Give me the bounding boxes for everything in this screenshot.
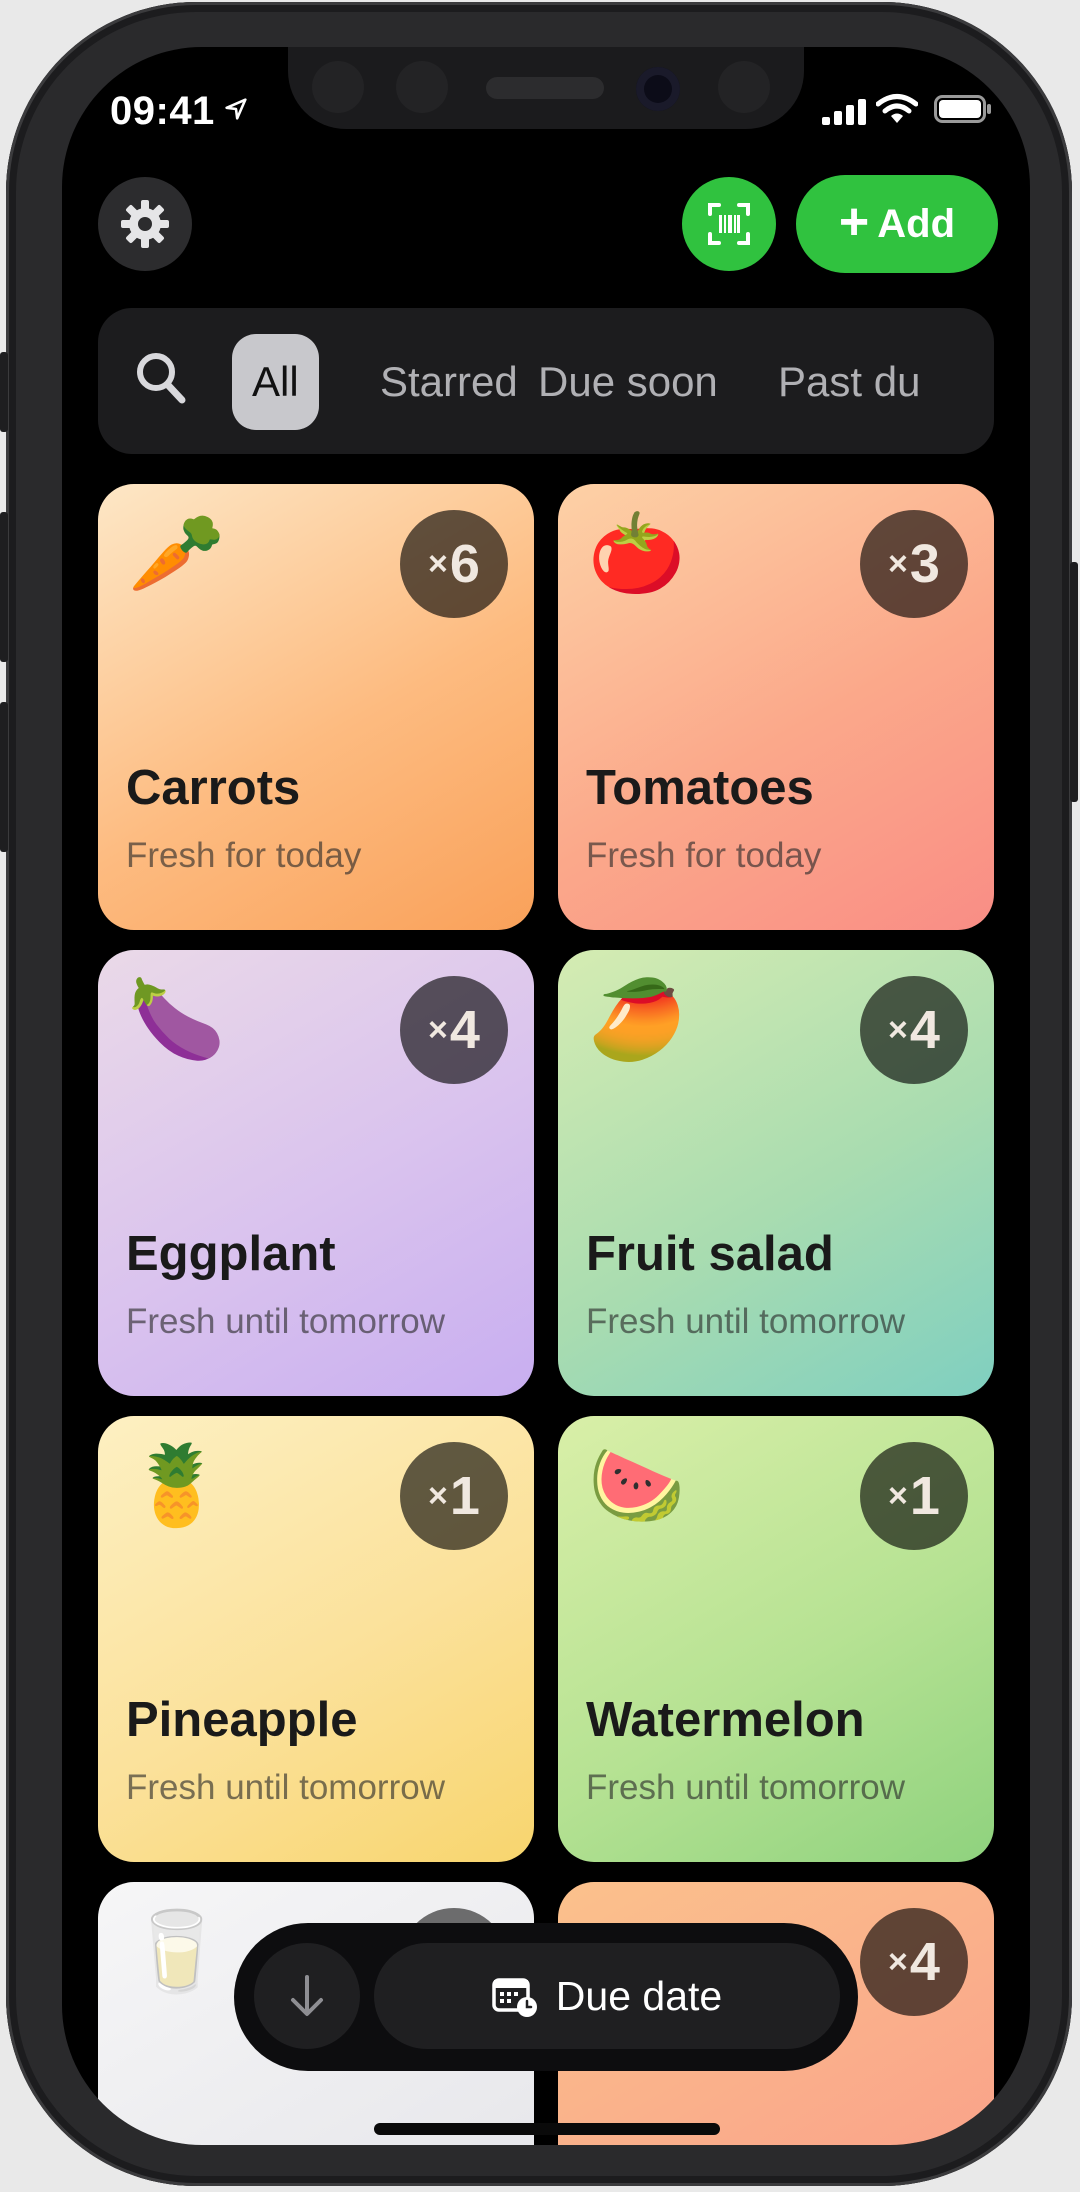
quantity-badge: × 1	[860, 1442, 968, 1550]
speaker-grille	[486, 77, 604, 99]
quantity-badge-value: 3	[909, 534, 940, 594]
item-name: Watermelon	[586, 1693, 865, 1747]
sort-by-label: Due date	[555, 1972, 723, 2019]
add-button[interactable]: + Add	[796, 175, 998, 273]
filter-chip-past-due[interactable]: Past du	[758, 334, 940, 430]
plus-icon: +	[838, 193, 870, 251]
sort-toolbar: Due date	[234, 1923, 858, 2071]
milk-glass-icon: 🥛	[128, 1907, 226, 1995]
item-card-fruit-salad[interactable]: 🥭 × 4 Fruit salad Fresh until tomorrow	[558, 950, 994, 1396]
mute-switch	[0, 352, 8, 432]
filter-chip-label: Due soon	[538, 358, 718, 405]
quantity-badge: × 1	[400, 1442, 508, 1550]
quantity-badge-value: 4	[909, 1000, 940, 1060]
quantity-badge: × 6	[400, 510, 508, 618]
front-camera	[636, 67, 680, 111]
battery-icon	[934, 95, 991, 123]
item-name: Tomatoes	[586, 761, 814, 815]
app-screen: 09:41 + Add All Starred Due soon Past du…	[62, 47, 1030, 2145]
item-name: Fruit salad	[586, 1227, 834, 1281]
add-button-label: Add	[877, 201, 956, 246]
quantity-badge-value: 6	[449, 534, 480, 594]
filter-chip-label: Starred	[380, 358, 518, 405]
quantity-badge-prefix: ×	[888, 1476, 908, 1515]
status-time: 09:41	[110, 89, 215, 133]
item-freshness: Fresh until tomorrow	[126, 1302, 445, 1341]
item-freshness: Fresh until tomorrow	[586, 1768, 905, 1807]
item-freshness: Fresh for today	[126, 836, 362, 875]
item-freshness: Fresh for today	[586, 836, 822, 875]
item-name: Pineapple	[126, 1693, 358, 1747]
item-card-watermelon[interactable]: 🍉 × 1 Watermelon Fresh until tomorrow	[558, 1416, 994, 1862]
notch	[288, 47, 804, 129]
item-name: Carrots	[126, 761, 301, 815]
quantity-badge-value: 1	[449, 1466, 480, 1526]
quantity-badge-value: 4	[909, 1932, 940, 1992]
carrot-icon: 🥕	[128, 509, 226, 597]
gear-icon	[121, 200, 169, 248]
search-icon[interactable]	[134, 350, 188, 406]
phone-frame: 09:41 + Add All Starred Due soon Past du…	[0, 2, 1078, 2186]
pineapple-icon: 🍍	[128, 1441, 226, 1529]
item-freshness: Fresh until tomorrow	[586, 1302, 905, 1341]
sensor-dot	[312, 61, 364, 113]
barcode-scan-button[interactable]	[682, 177, 776, 271]
power-button	[1070, 562, 1078, 802]
eggplant-icon: 🍆	[128, 975, 226, 1063]
item-card-eggplant[interactable]: 🍆 × 4 Eggplant Fresh until tomorrow	[98, 950, 534, 1396]
filter-chip-label: Past du	[778, 358, 921, 405]
home-indicator[interactable]	[374, 2123, 720, 2135]
barcode-scan-icon	[708, 203, 750, 245]
quantity-badge-value: 1	[909, 1466, 940, 1526]
item-card-carrots[interactable]: 🥕 × 6 Carrots Fresh for today	[98, 484, 534, 930]
quantity-badge-prefix: ×	[888, 1010, 908, 1049]
filter-bar: All Starred Due soon Past du	[98, 308, 994, 454]
sort-by-button[interactable]: Due date	[374, 1943, 840, 2049]
filter-chip-due-soon[interactable]: Due soon	[518, 334, 738, 430]
quantity-badge-value: 4	[449, 1000, 480, 1060]
item-name: Eggplant	[126, 1227, 336, 1281]
quantity-badge-prefix: ×	[428, 1010, 448, 1049]
item-card-tomatoes[interactable]: 🍅 × 3 Tomatoes Fresh for today	[558, 484, 994, 930]
sensor-dot	[396, 61, 448, 113]
item-freshness: Fresh until tomorrow	[126, 1768, 445, 1807]
volume-up-button	[0, 512, 8, 662]
quantity-badge: × 3	[860, 510, 968, 618]
location-arrow-icon	[225, 98, 247, 120]
sensor-dot	[718, 61, 770, 113]
wifi-icon	[876, 94, 918, 123]
sort-direction-button[interactable]	[254, 1943, 360, 2049]
watermelon-icon: 🍉	[588, 1441, 686, 1529]
filter-chip-all[interactable]: All	[232, 334, 319, 430]
mango-icon: 🥭	[588, 975, 686, 1063]
volume-down-button	[0, 702, 8, 852]
calendar-clock-icon	[492, 1978, 537, 2017]
arrow-down-icon	[291, 1975, 323, 2016]
tomato-icon: 🍅	[588, 509, 686, 597]
quantity-badge-prefix: ×	[888, 544, 908, 583]
cellular-signal-icon	[822, 99, 866, 125]
item-card-pineapple[interactable]: 🍍 × 1 Pineapple Fresh until tomorrow	[98, 1416, 534, 1862]
quantity-badge-prefix: ×	[888, 1942, 908, 1981]
quantity-badge-prefix: ×	[428, 1476, 448, 1515]
quantity-badge: × 4	[860, 976, 968, 1084]
settings-button[interactable]	[98, 177, 192, 271]
filter-chip-starred[interactable]: Starred	[360, 334, 538, 430]
quantity-badge-prefix: ×	[428, 544, 448, 583]
filter-chip-label: All	[252, 358, 299, 405]
quantity-badge: × 4	[860, 1908, 968, 2016]
quantity-badge: × 4	[400, 976, 508, 1084]
